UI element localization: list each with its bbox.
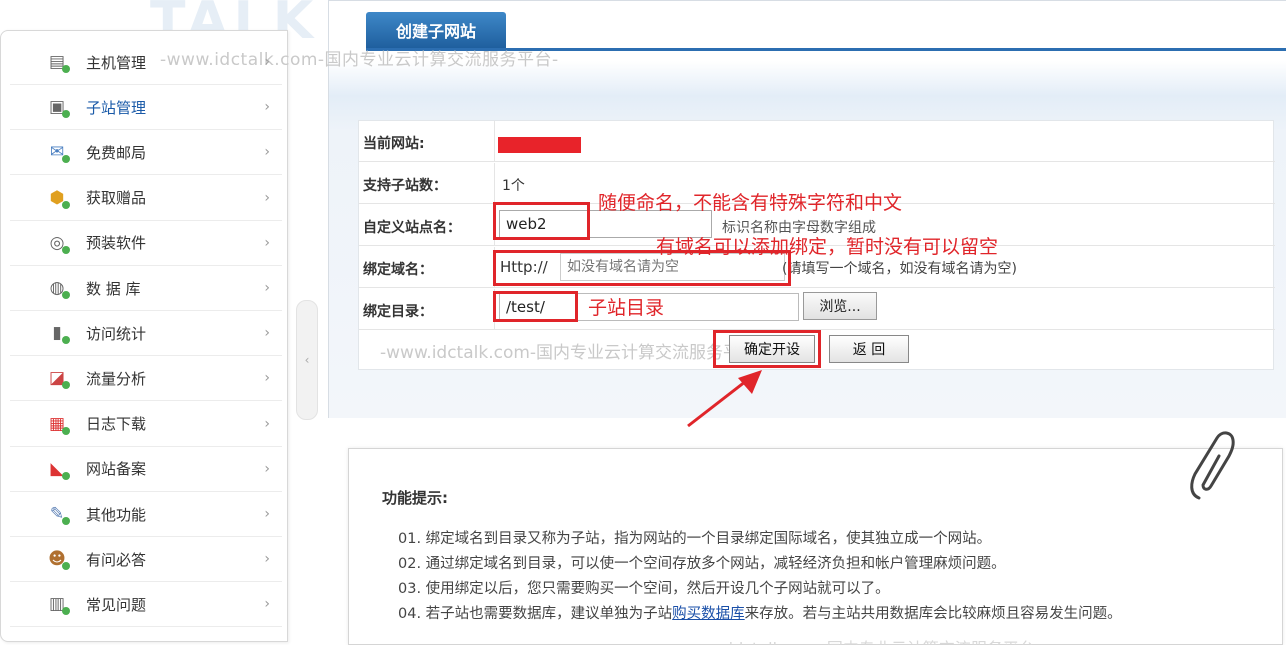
chevron-right-icon: › xyxy=(264,596,270,613)
stats-icon: ▮ xyxy=(46,323,70,345)
tip-line4-suffix: 来存放。若与主站共用数据库会比较麻烦且容易发生问题。 xyxy=(744,606,1122,622)
current-site-label: 当前网站: xyxy=(363,136,425,152)
sidebar-item-label: 其他功能 xyxy=(86,505,147,524)
sidebar-item[interactable]: ◎ 预装软件 › xyxy=(10,221,282,266)
divider xyxy=(494,163,495,204)
database-icon: ◍ xyxy=(46,278,70,299)
sidebar-item[interactable]: ◣ 网站备案 › xyxy=(10,447,282,492)
page: TALK 云说 ‹ 创建子网站 -www.idctalk.com-国内专业云计算… xyxy=(0,0,1286,645)
tip-line: 04. 若子站也需要数据库，建议单独为子站购买数据库来存放。若与主站共用数据库会… xyxy=(398,602,1122,623)
chevron-right-icon: › xyxy=(264,506,270,522)
annotation-note-site-name: 随便命名，不能含有特殊字符和中文 xyxy=(598,192,903,214)
annotation-box-directory xyxy=(493,291,578,322)
watermark-slogan-bottom: -www.idctalk.com-国内专业云计算交流服务平台- xyxy=(680,635,1041,645)
sidebar-item-label: 有问必答 xyxy=(86,550,147,569)
site-name-label: 自定义站点名： xyxy=(363,220,461,236)
traffic-icon: ◪ xyxy=(46,368,70,390)
tip-line: 02. 通过绑定域名到目录，可以使一个空间存放多个网站，减轻经济负担和帐户管理麻… xyxy=(398,556,1006,572)
sidebar-collapse-handle[interactable]: ‹ xyxy=(296,300,318,420)
chevron-right-icon: › xyxy=(264,54,270,70)
chevron-right-icon: › xyxy=(264,99,270,116)
sidebar-item-label: 数 据 库 xyxy=(86,279,141,298)
sidebar-item[interactable]: ▦ 日志下载 › xyxy=(10,402,282,447)
directory-label: 绑定目录： xyxy=(363,304,433,320)
sidebar-item-label: 子站管理 xyxy=(86,98,147,117)
annotation-box-confirm xyxy=(713,330,821,368)
calendar-icon: ▦ xyxy=(46,414,70,435)
annotation-box-site-name xyxy=(493,202,590,240)
sidebar-item-label: 日志下载 xyxy=(86,415,147,434)
sidebar-item[interactable]: ⬢ 获取赠品 › xyxy=(10,176,282,221)
sidebar-item-label: 常见问题 xyxy=(86,595,147,614)
chevron-right-icon: › xyxy=(264,551,270,568)
divider xyxy=(494,121,495,162)
chevron-right-icon: › xyxy=(264,234,270,251)
sidebar-item[interactable]: ✎ 其他功能 › xyxy=(10,492,282,537)
sidebar-item[interactable]: ▮ 访问统计 › xyxy=(10,311,282,357)
domain-label: 绑定域名： xyxy=(363,262,433,278)
sidebar-item[interactable]: ✉ 免费邮局 › xyxy=(10,130,282,176)
sidebar-item[interactable]: ☻ 有问必答 › xyxy=(10,537,282,583)
chevron-right-icon: › xyxy=(264,280,270,296)
mail-icon: ✉ xyxy=(46,142,70,164)
buy-database-link[interactable]: 购买数据库 xyxy=(672,606,745,622)
chevron-right-icon: › xyxy=(264,325,270,342)
chevron-right-icon: › xyxy=(264,189,270,206)
sidebar-item[interactable]: ▤ 主机管理 › xyxy=(10,40,282,85)
sidebar-item-label: 访问统计 xyxy=(86,324,147,343)
chevron-right-icon: › xyxy=(264,415,270,432)
back-button[interactable]: 返 回 xyxy=(829,335,909,363)
sidebar-item[interactable]: ◪ 流量分析 › xyxy=(10,356,282,402)
annotation-note-directory: 子站目录 xyxy=(588,297,665,319)
chevron-right-icon: › xyxy=(264,460,270,477)
subsite-count-value: 1个 xyxy=(502,178,525,194)
form-row-current-site: 当前网站: xyxy=(359,121,1275,162)
sidebar-item[interactable]: ◍ 数 据 库 › xyxy=(10,266,282,311)
chevron-right-icon: › xyxy=(264,370,270,387)
tips-title: 功能提示: xyxy=(382,489,448,507)
tip-line4-prefix: 04. 若子站也需要数据库，建议单独为子站 xyxy=(398,606,673,622)
sidebar-item-label: 预装软件 xyxy=(86,234,147,253)
tip-line: 03. 使用绑定以后，您只需要购买一个空间，然后开设几个子网站就可以了。 xyxy=(398,581,890,597)
paperclip-icon xyxy=(1190,431,1235,500)
sidebar-item-label: 主机管理 xyxy=(86,53,147,72)
subsite-icon: ▣ xyxy=(46,97,70,119)
server-icon: ▤ xyxy=(46,52,70,73)
chevron-right-icon: › xyxy=(264,144,270,161)
sidebar-item[interactable]: ▥ 常见问题 › xyxy=(10,582,282,628)
software-icon: ◎ xyxy=(46,233,70,254)
user-help-icon: ☻ xyxy=(46,549,70,571)
browse-button[interactable]: 浏览... xyxy=(803,292,877,320)
subsite-count-label: 支持子站数： xyxy=(363,178,447,194)
domain-hint: (请填写一个域名，如没有域名请为空) xyxy=(782,261,1017,277)
annotation-note-domain: 有域名可以添加绑定，暂时没有可以留空 xyxy=(656,236,999,258)
wrench-icon: ✎ xyxy=(46,504,70,525)
current-site-value-redacted xyxy=(498,137,581,153)
record-icon: ◣ xyxy=(46,459,70,480)
sidebar-item-label: 免费邮局 xyxy=(86,143,147,162)
watermark-slogan-mid: -www.idctalk.com-国内专业云计算交流服务平台- xyxy=(380,343,764,363)
tip-line: 01. 绑定域名到目录又称为子站，指为网站的一个目录绑定国际域名，使其独立成一个… xyxy=(398,531,992,547)
sidebar-item-label: 获取赠品 xyxy=(86,189,147,208)
sidebar-item-label: 网站备案 xyxy=(86,460,147,479)
annotation-arrow-icon xyxy=(687,370,762,428)
sidebar-item-label: 流量分析 xyxy=(86,369,147,388)
faq-icon: ▥ xyxy=(46,594,70,616)
tab-create-subsite[interactable]: 创建子网站 xyxy=(366,12,506,48)
gift-icon: ⬢ xyxy=(46,188,70,209)
sidebar-item[interactable]: ▣ 子站管理 › xyxy=(10,85,282,131)
